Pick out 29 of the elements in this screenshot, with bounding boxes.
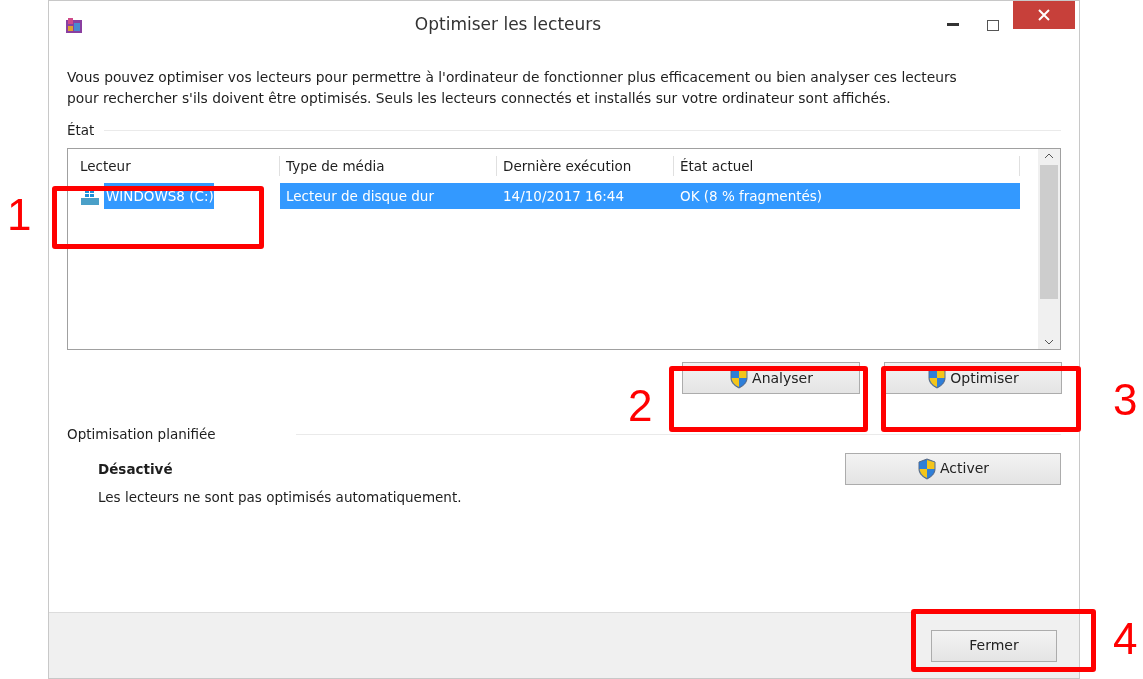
scroll-up-icon xyxy=(1044,153,1054,160)
schedule-note: Les lecteurs ne sont pas optimisés automatiquement. xyxy=(98,487,462,507)
schedule-status: Désactivé xyxy=(98,459,174,479)
minimize-icon xyxy=(947,23,959,27)
group-label: État xyxy=(67,121,95,140)
group-label: Optimisation planifiée xyxy=(67,425,216,445)
column-header[interactable]: Lecteur xyxy=(74,156,280,177)
callout-number: 4 xyxy=(1113,617,1138,661)
callout-number: 2 xyxy=(628,384,653,428)
close-icon xyxy=(1038,9,1050,21)
scroll-down-icon xyxy=(1044,339,1054,346)
drive-icon xyxy=(80,188,100,207)
scrollbar[interactable] xyxy=(1038,149,1060,350)
description-text: Vous pouvez optimiser vos lecteurs pour permettre à l'ordinateur de fonctionner plus efficacement ou bien analyser ces lecteurs pour rechercher s'ils doivent être optimisés. Seuls les lecteurs connectés et installés sur votre ordinateur sont affichés. xyxy=(67,68,958,108)
column-header[interactable]: État actuel xyxy=(674,156,1020,177)
activate-button[interactable]: Activer xyxy=(845,452,1061,485)
table-cell: OK (8 % fragmentés) xyxy=(674,183,1020,210)
callout-number: 1 xyxy=(7,193,32,237)
column-header[interactable]: Type de média xyxy=(280,156,497,177)
table-cell: Lecteur de disque dur xyxy=(280,183,497,210)
column-header[interactable]: Dernière exécution xyxy=(497,156,674,177)
close-dialog-button[interactable]: Fermer xyxy=(931,629,1057,662)
window-title: Optimiser les lecteurs xyxy=(413,13,603,37)
app-icon xyxy=(65,16,83,35)
callout-number: 3 xyxy=(1113,378,1138,422)
table-cell: 14/10/2017 16:44 xyxy=(497,183,674,210)
close-button[interactable] xyxy=(1013,1,1075,29)
shield-icon xyxy=(916,457,937,480)
maximize-icon xyxy=(987,19,999,31)
